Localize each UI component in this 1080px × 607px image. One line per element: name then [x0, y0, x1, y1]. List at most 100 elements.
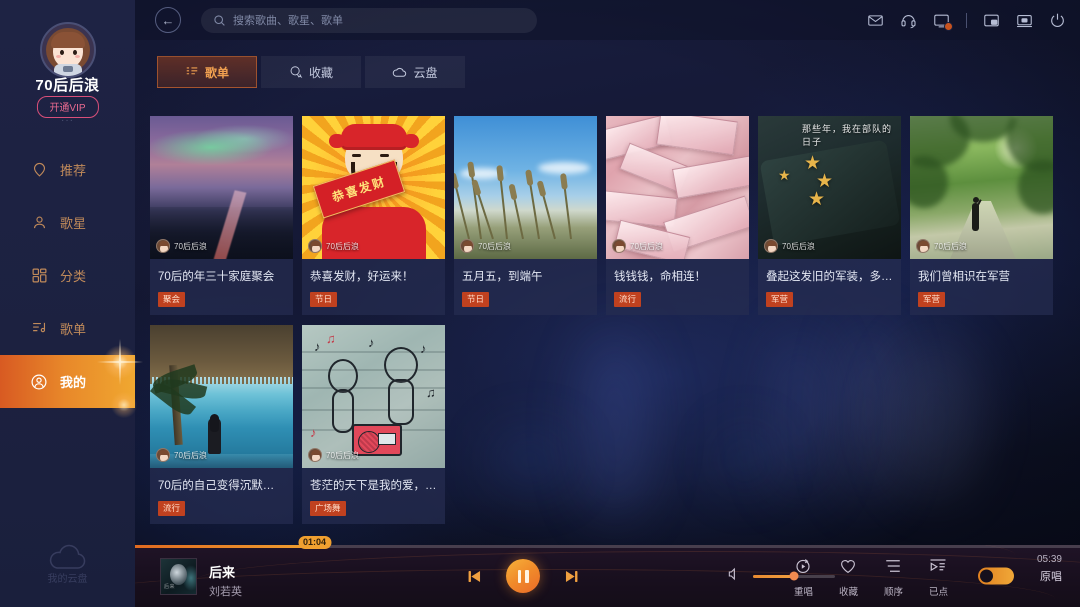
playlist-tag-row: 节日 — [302, 289, 445, 315]
owner-name: 70后后浪 — [174, 241, 207, 251]
sidebar-nav: 推荐 歌星 分类 歌单 我的 — [0, 143, 143, 418]
playlist-thumbnail[interactable]: 70后后浪 — [454, 116, 597, 259]
playlist-title: 70后的自己变得沉默寡言，... — [158, 480, 293, 492]
search-icon — [213, 14, 226, 27]
playlist-tag: 军营 — [766, 292, 794, 307]
owner-avatar — [612, 239, 626, 253]
control-label: 顺序 — [883, 587, 903, 598]
tree-lined-road-photo — [910, 116, 1053, 259]
playlist-thumbnail[interactable]: 70后后浪 — [150, 116, 293, 259]
sidebar-item-label: 分类 — [60, 269, 87, 284]
volume-fill — [753, 574, 794, 578]
playlist-tag-row: 聚会 — [150, 289, 293, 315]
favorite-button[interactable]: 收藏 — [839, 557, 858, 598]
cast-screen-icon[interactable] — [933, 12, 953, 31]
playlist-tag-row: 节日 — [454, 289, 597, 315]
playlist-card[interactable]: 70后后浪 70后的自己变得沉默寡言，... 流行 — [150, 325, 293, 524]
minimize-icon[interactable] — [1016, 12, 1033, 29]
playlist-title: 我们曾相识在军营 — [918, 271, 1010, 283]
order-button[interactable]: 顺序 — [884, 557, 903, 598]
beach-woman-photo — [150, 325, 293, 468]
volume-icon[interactable] — [727, 566, 743, 587]
chinese-new-year-fortune-god: 恭喜发财 — [302, 116, 445, 259]
sidebar-item-artists[interactable]: 歌星 — [0, 196, 135, 249]
playlist-grid: 70后后浪 70后的年三十家庭聚会 聚会 恭喜发财 70后后浪 恭喜发财，好运来… — [150, 116, 1070, 524]
cloud-disk-button[interactable]: 我的云盘 — [0, 543, 135, 585]
playlist-card[interactable]: 恭喜发财 70后后浪 恭喜发财，好运来！ 节日 — [302, 116, 445, 315]
thumbnail-art-text: 那些年，我在部队的日子 — [802, 124, 893, 147]
sidebar-item-mine[interactable]: 我的 — [0, 339, 143, 418]
playlist-tag-row: 流行 — [606, 289, 749, 315]
username: 70后后浪 — [35, 77, 100, 94]
owner-name: 70后后浪 — [782, 241, 815, 251]
playlist-owner: 70后后浪 — [156, 448, 207, 462]
owner-avatar — [156, 239, 170, 253]
heart-icon — [839, 557, 857, 580]
military-uniform-photo: ★ ★ ★ ★ 那些年，我在部队的日子 — [758, 116, 901, 259]
playlist-thumbnail[interactable]: 70后后浪 — [606, 116, 749, 259]
playlist-title: 恭喜发财，好运来！ — [310, 271, 414, 283]
playlist-card[interactable]: 70后后浪 钱钱钱，命相连！ 流行 — [606, 116, 749, 315]
cloud-disk-label: 我的云盘 — [47, 574, 88, 585]
sidebar-item-recommend[interactable]: 推荐 — [0, 143, 135, 196]
headset-icon[interactable] — [900, 12, 917, 29]
app-window: 70后后浪 开通VIP ··· 推荐 歌星 分类 歌单 我的 我的云盘 ← 搜索… — [0, 0, 1080, 607]
tab-playlist[interactable]: 歌单 — [157, 56, 257, 88]
playlist-owner: 70后后浪 — [460, 239, 511, 253]
owner-avatar — [460, 239, 474, 253]
playlist-owner: 70后后浪 — [156, 239, 207, 253]
sidebar-item-playlists[interactable]: 歌单 — [0, 302, 135, 355]
playlist-card[interactable]: ★ ★ ★ ★ 那些年，我在部队的日子 70后后浪 叠起这发旧的军装，多少回..… — [758, 116, 901, 315]
playlist-title: 五月五，到端午 — [462, 271, 543, 283]
playlist-tag: 流行 — [158, 501, 186, 516]
total-time: 05:39 — [1036, 554, 1062, 565]
active-glow-flare-bottom — [111, 392, 137, 418]
cloud-icon — [392, 65, 407, 80]
playlist-thumbnail[interactable]: 70后后浪 — [910, 116, 1053, 259]
player-right-controls: 重唱 收藏 顺序 已点 — [794, 545, 948, 607]
replay-button[interactable]: 重唱 — [794, 557, 813, 598]
pause-icon[interactable] — [506, 559, 540, 593]
queued-list-icon — [929, 557, 947, 580]
owner-avatar — [308, 448, 322, 462]
more-dots[interactable]: ··· — [0, 115, 135, 126]
back-button[interactable]: ← — [155, 7, 181, 33]
playlist-owner: 70后后浪 — [308, 239, 359, 253]
next-track-icon[interactable] — [562, 567, 581, 586]
playlist-thumbnail[interactable]: 恭喜发财 70后后浪 — [302, 116, 445, 259]
power-icon[interactable] — [1049, 12, 1066, 29]
search-input[interactable]: 搜索歌曲、歌星、歌单 — [201, 7, 537, 33]
playlist-card[interactable]: 70后后浪 我们曾相识在军营 军营 — [910, 116, 1053, 315]
order-list-icon — [884, 557, 902, 580]
playlist-tag: 流行 — [614, 292, 642, 307]
playlist-owner: 70后后浪 — [308, 448, 359, 462]
sidebar-item-categories[interactable]: 分类 — [0, 249, 135, 302]
playlist-thumbnail[interactable]: ♪ ♫ ♪ ♪ ♫ ♪ 70后后浪 — [302, 325, 445, 468]
playlist-owner: 70后后浪 — [612, 239, 663, 253]
playlist-icon — [185, 65, 199, 79]
avatar[interactable] — [39, 22, 96, 78]
playlist-tag-row: 军营 — [758, 289, 901, 315]
queued-button[interactable]: 已点 — [929, 557, 948, 598]
picture-in-picture-icon[interactable] — [983, 12, 1000, 29]
mail-icon[interactable] — [867, 12, 884, 29]
tab-favorites[interactable]: 收藏 — [261, 56, 361, 88]
vocal-toggle[interactable] — [978, 567, 1014, 585]
album-art[interactable]: 后来 — [160, 558, 197, 595]
control-label: 重唱 — [793, 587, 813, 598]
sidebar-item-label: 我的 — [60, 375, 87, 390]
sidebar-item-label: 推荐 — [60, 163, 87, 178]
tab-cloud[interactable]: 云盘 — [365, 56, 465, 88]
control-label: 收藏 — [838, 587, 858, 598]
playlist-title: 钱钱钱，命相连！ — [614, 271, 706, 283]
playlist-card[interactable]: 70后后浪 70后的年三十家庭聚会 聚会 — [150, 116, 293, 315]
playlist-thumbnail[interactable]: ★ ★ ★ ★ 那些年，我在部队的日子 70后后浪 — [758, 116, 901, 259]
owner-name: 70后后浪 — [934, 241, 967, 251]
song-artist: 刘若英 — [209, 586, 242, 598]
music-note-icon — [30, 320, 48, 338]
playlist-card[interactable]: 70后后浪 五月五，到端午 节日 — [454, 116, 597, 315]
playlist-thumbnail[interactable]: 70后后浪 — [150, 325, 293, 468]
owner-name: 70后后浪 — [326, 241, 359, 251]
playlist-card[interactable]: ♪ ♫ ♪ ♪ ♫ ♪ 70后后浪 苍茫的天下是我的爱，绵绵... 广场舞 — [302, 325, 445, 524]
previous-track-icon[interactable] — [465, 567, 484, 586]
